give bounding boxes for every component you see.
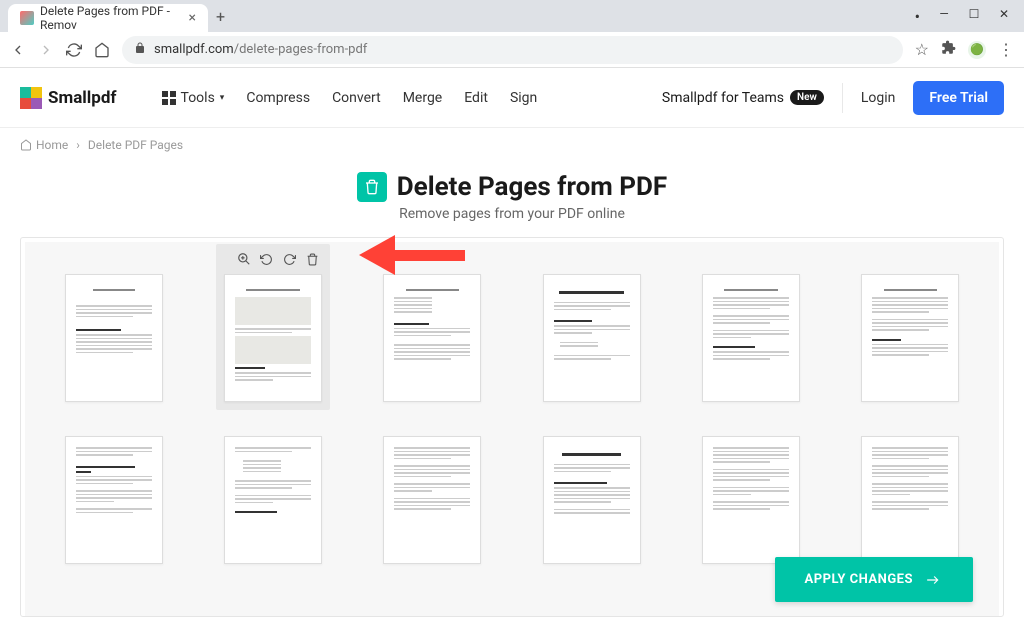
url-path: /delete-pages-from-pdf [234,42,368,57]
page-thumbnail-12[interactable] [853,428,967,572]
page-thumbnail-7[interactable] [57,428,171,572]
chevron-down-icon: ▾ [220,93,225,103]
page-subtitle: Remove pages from your PDF online [20,206,1004,222]
rotate-ccw-icon[interactable] [258,250,276,268]
browser-toolbar: smallpdf.com/delete-pages-from-pdf ☆ 🟢 ⋮ [0,32,1024,68]
tab-favicon [20,11,34,25]
apply-label: APPLY CHANGES [805,572,914,587]
apply-changes-button[interactable]: APPLY CHANGES [775,557,974,602]
divider [842,83,843,113]
nav-sign[interactable]: Sign [510,90,537,106]
page-title: Delete Pages from PDF [397,172,667,202]
window-controls: • — ☐ ✕ [915,7,1016,26]
home-button[interactable] [94,42,110,58]
page-thumbnail-11[interactable] [694,428,808,572]
nav-edit[interactable]: Edit [464,90,488,106]
lock-icon [134,42,146,58]
rotate-cw-icon[interactable] [281,250,299,268]
smallpdf-logo[interactable]: Smallpdf [20,87,117,109]
page-thumbnail-2[interactable] [216,244,330,410]
new-tab-button[interactable]: + [216,7,225,26]
nav-compress[interactable]: Compress [246,90,310,106]
breadcrumb-home[interactable]: Home [20,138,68,152]
logo-text: Smallpdf [48,88,117,108]
nav-tools[interactable]: Tools ▾ [162,90,225,106]
page-thumbnail-6[interactable] [853,266,967,410]
breadcrumb-separator: › [76,138,80,152]
breadcrumb-home-label: Home [36,138,68,152]
page-thumbnail-1[interactable] [57,266,171,410]
page-thumbnail-8[interactable] [216,428,330,572]
thumbnail-toolbar [235,250,322,268]
delete-icon [357,172,387,202]
badge-new: New [790,90,824,105]
tab-close-icon[interactable]: × [189,10,196,26]
extension-avatar[interactable]: 🟢 [968,41,986,59]
window-maximize[interactable]: ☐ [968,7,980,26]
dot-icon: • [915,7,920,26]
delete-page-icon[interactable] [304,250,322,268]
page-thumbnail-3[interactable] [375,266,489,410]
browser-tab[interactable]: Delete Pages from PDF - Remov × [8,4,208,32]
page-title-row: Delete Pages from PDF [20,172,1004,202]
page-thumbnail-4[interactable] [535,266,649,410]
nav-convert[interactable]: Convert [332,90,381,106]
zoom-icon[interactable] [235,250,253,268]
tab-title: Delete Pages from PDF - Remov [40,4,179,32]
bookmark-icon[interactable]: ☆ [915,40,929,59]
header-nav: Tools ▾ Compress Convert Merge Edit Sign [162,90,538,106]
header-right: Smallpdf for Teams New Login Free Trial [662,81,1004,115]
nav-merge[interactable]: Merge [403,90,443,106]
teams-label: Smallpdf for Teams [662,90,784,106]
page-thumbnail-5[interactable] [694,266,808,410]
main-content: Delete Pages from PDF Remove pages from … [0,162,1024,617]
logo-icon [20,87,42,109]
window-minimize[interactable]: — [938,7,950,26]
url-domain: smallpdf.com [154,42,234,57]
menu-icon[interactable]: ⋮ [998,40,1014,59]
free-trial-button[interactable]: Free Trial [913,81,1004,115]
reload-button[interactable] [66,42,82,58]
nav-tools-label: Tools [181,90,215,106]
forward-button[interactable] [38,42,54,58]
thumbnails-grid [43,266,981,572]
grid-icon [162,91,176,105]
page-thumbnail-10[interactable] [535,428,649,572]
arrow-right-icon [923,573,943,587]
app-header: Smallpdf Tools ▾ Compress Convert Merge … [0,68,1024,128]
home-icon [20,139,32,151]
url-bar[interactable]: smallpdf.com/delete-pages-from-pdf [122,36,903,64]
breadcrumb: Home › Delete PDF Pages [0,128,1024,162]
back-button[interactable] [10,42,26,58]
breadcrumb-current: Delete PDF Pages [88,138,183,152]
extensions-icon[interactable] [941,40,956,59]
browser-titlebar: Delete Pages from PDF - Remov × + • — ☐ … [0,0,1024,32]
window-close[interactable]: ✕ [998,7,1010,26]
annotation-arrow [359,235,465,275]
login-link[interactable]: Login [861,90,896,106]
teams-link[interactable]: Smallpdf for Teams New [662,90,824,106]
workspace: APPLY CHANGES [20,237,1004,617]
page-thumbnail-9[interactable] [375,428,489,572]
